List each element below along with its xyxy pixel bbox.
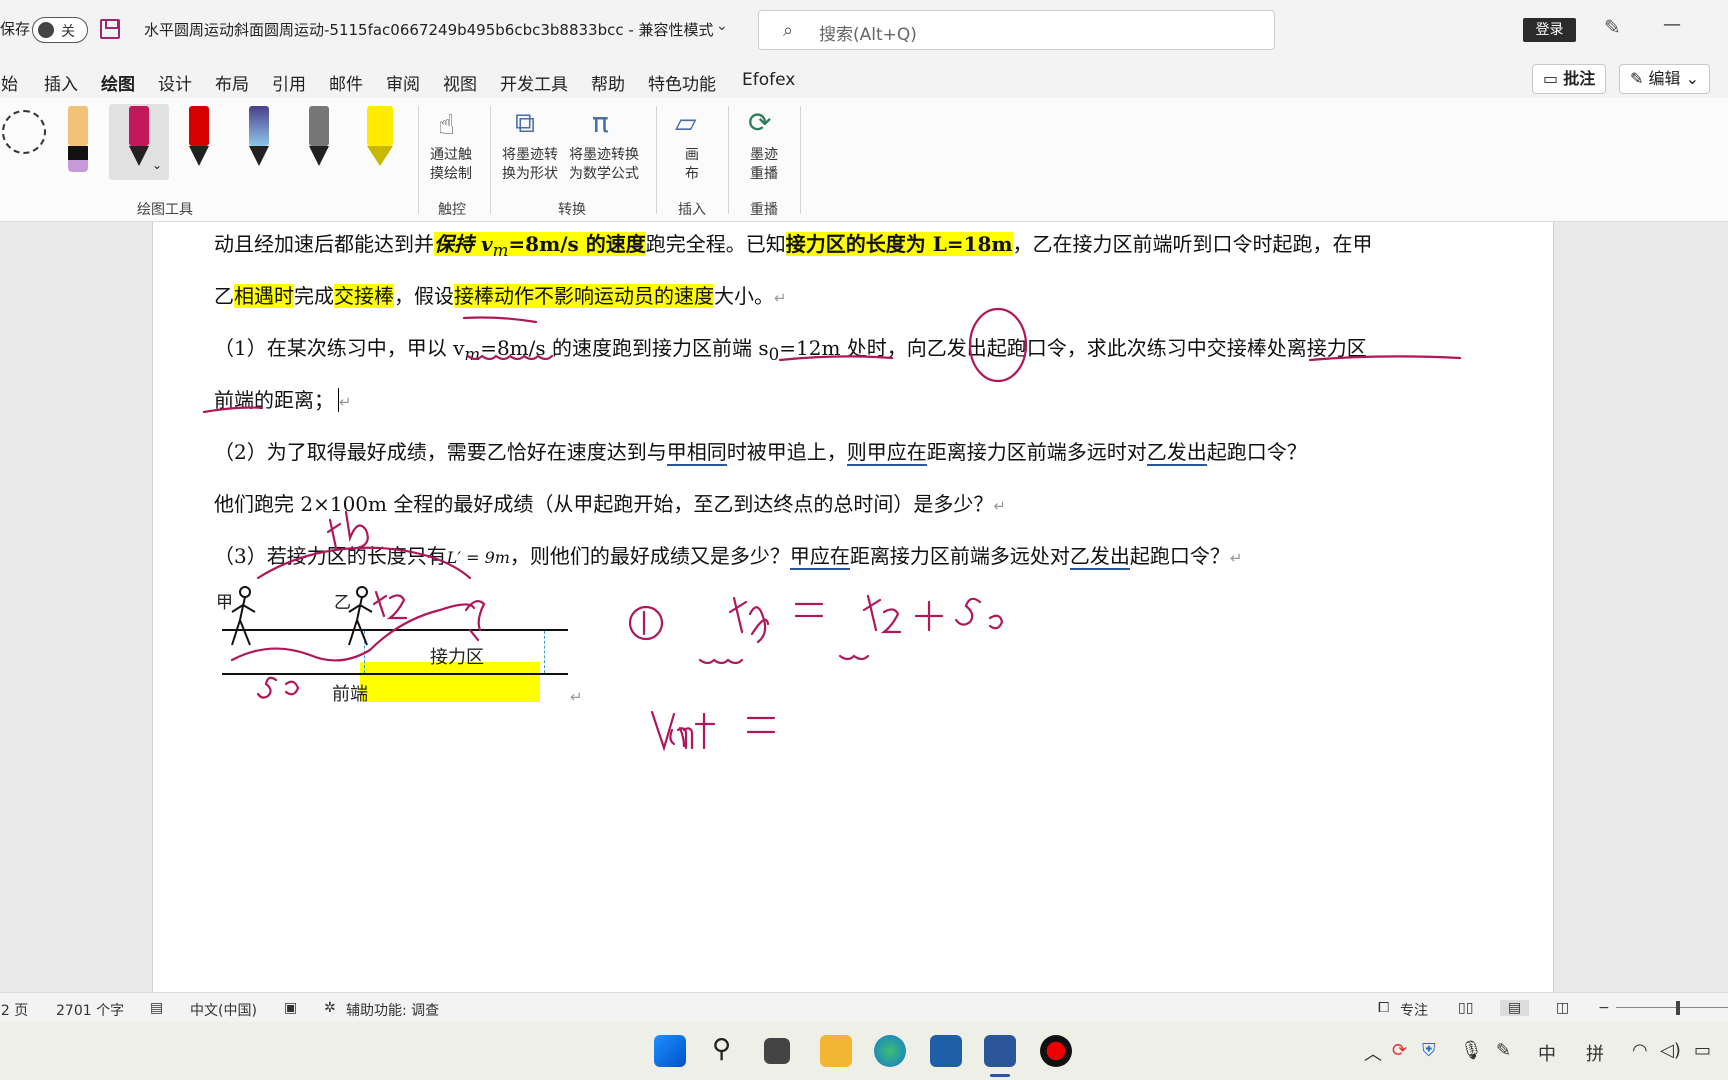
accessibility-icon: ✲	[324, 1000, 336, 1016]
edge-browser-icon[interactable]	[874, 1035, 906, 1067]
chevron-up-icon[interactable]: ︿	[1364, 1040, 1382, 1066]
start-icon[interactable]	[654, 1035, 686, 1067]
status-page[interactable]: 12 页	[0, 1000, 28, 1020]
zoom-slider[interactable]	[1616, 1007, 1728, 1008]
ink-label-xyi	[372, 590, 408, 620]
ink-equals	[746, 716, 776, 734]
ink-wavy	[698, 658, 744, 665]
ink-x-jia	[728, 596, 770, 644]
focus-icon[interactable]: ⧠	[1378, 1000, 1389, 1016]
ink-mark	[464, 600, 486, 642]
status-bar: 12 页 2701 个字 ▤ 中文(中国) ▣ ✲ 辅助功能: 调查 ⧠ 专注 …	[0, 992, 1728, 1022]
ime-pinyin-indicator[interactable]: 拼	[1586, 1040, 1604, 1066]
web-layout-icon[interactable]: ◫	[1556, 1000, 1569, 1016]
runner-yi-icon	[348, 586, 373, 646]
ink-label-xjia	[326, 510, 369, 550]
ink-plus	[914, 600, 944, 632]
ink-annotations	[202, 307, 1462, 752]
status-language[interactable]: 中文(中国)	[190, 1000, 257, 1020]
ink-wavy-underline	[466, 354, 554, 361]
ink-underline	[778, 355, 894, 362]
word-app-icon[interactable]	[984, 1035, 1016, 1067]
task-view-icon[interactable]	[764, 1038, 790, 1064]
shield-icon[interactable]: ⛨	[1422, 1040, 1436, 1061]
sync-icon[interactable]: ⟳	[1392, 1040, 1407, 1061]
microphone-icon[interactable]: 🎙	[1460, 1040, 1483, 1061]
ink-s0	[954, 597, 1004, 630]
zoom-out-icon[interactable]: −	[1598, 1000, 1610, 1016]
status-focus[interactable]: 专注	[1400, 1000, 1428, 1020]
ink-underline	[1308, 355, 1462, 362]
print-layout-icon[interactable]: ▤	[1500, 1000, 1530, 1016]
proofing-icon[interactable]: ▤	[150, 1000, 163, 1016]
macro-icon[interactable]: ▣	[284, 1000, 297, 1016]
ink-x-yi	[862, 594, 902, 634]
status-words[interactable]: 2701 个字	[56, 1000, 124, 1020]
file-explorer-icon[interactable]	[820, 1035, 852, 1067]
battery-icon[interactable]: ▭	[1694, 1040, 1711, 1061]
store-icon[interactable]	[930, 1035, 962, 1067]
wifi-icon[interactable]: ◠	[1632, 1040, 1648, 1061]
runner-jia-icon	[231, 586, 256, 646]
ink-arc	[256, 546, 472, 580]
volume-icon[interactable]: ◁)	[1660, 1040, 1681, 1061]
recorder-icon[interactable]	[1040, 1035, 1072, 1067]
ink-vmt	[650, 710, 716, 752]
active-app-indicator	[990, 1074, 1010, 1077]
ink-circle	[968, 307, 1028, 383]
status-accessibility[interactable]: 辅助功能: 调查	[346, 1000, 439, 1020]
ink-underline	[202, 406, 264, 414]
ink-equals	[794, 602, 824, 618]
ink-circle-1	[628, 605, 664, 641]
ink-wavy	[838, 654, 870, 661]
search-icon[interactable]: ⚲	[712, 1034, 731, 1064]
taskbar: ⚲ ︿ ⟳ ⛨ 🎙 ✎ 中 拼 ◠ ◁) ▭	[0, 1022, 1728, 1080]
zoom-slider-thumb[interactable]	[1676, 1001, 1680, 1015]
ink-underline	[462, 316, 538, 324]
ime-chinese-indicator[interactable]: 中	[1538, 1040, 1556, 1066]
pen-icon[interactable]: ✎	[1496, 1040, 1511, 1061]
ink-label-s0	[256, 676, 300, 699]
read-mode-icon[interactable]: ▯▯	[1458, 1000, 1473, 1016]
